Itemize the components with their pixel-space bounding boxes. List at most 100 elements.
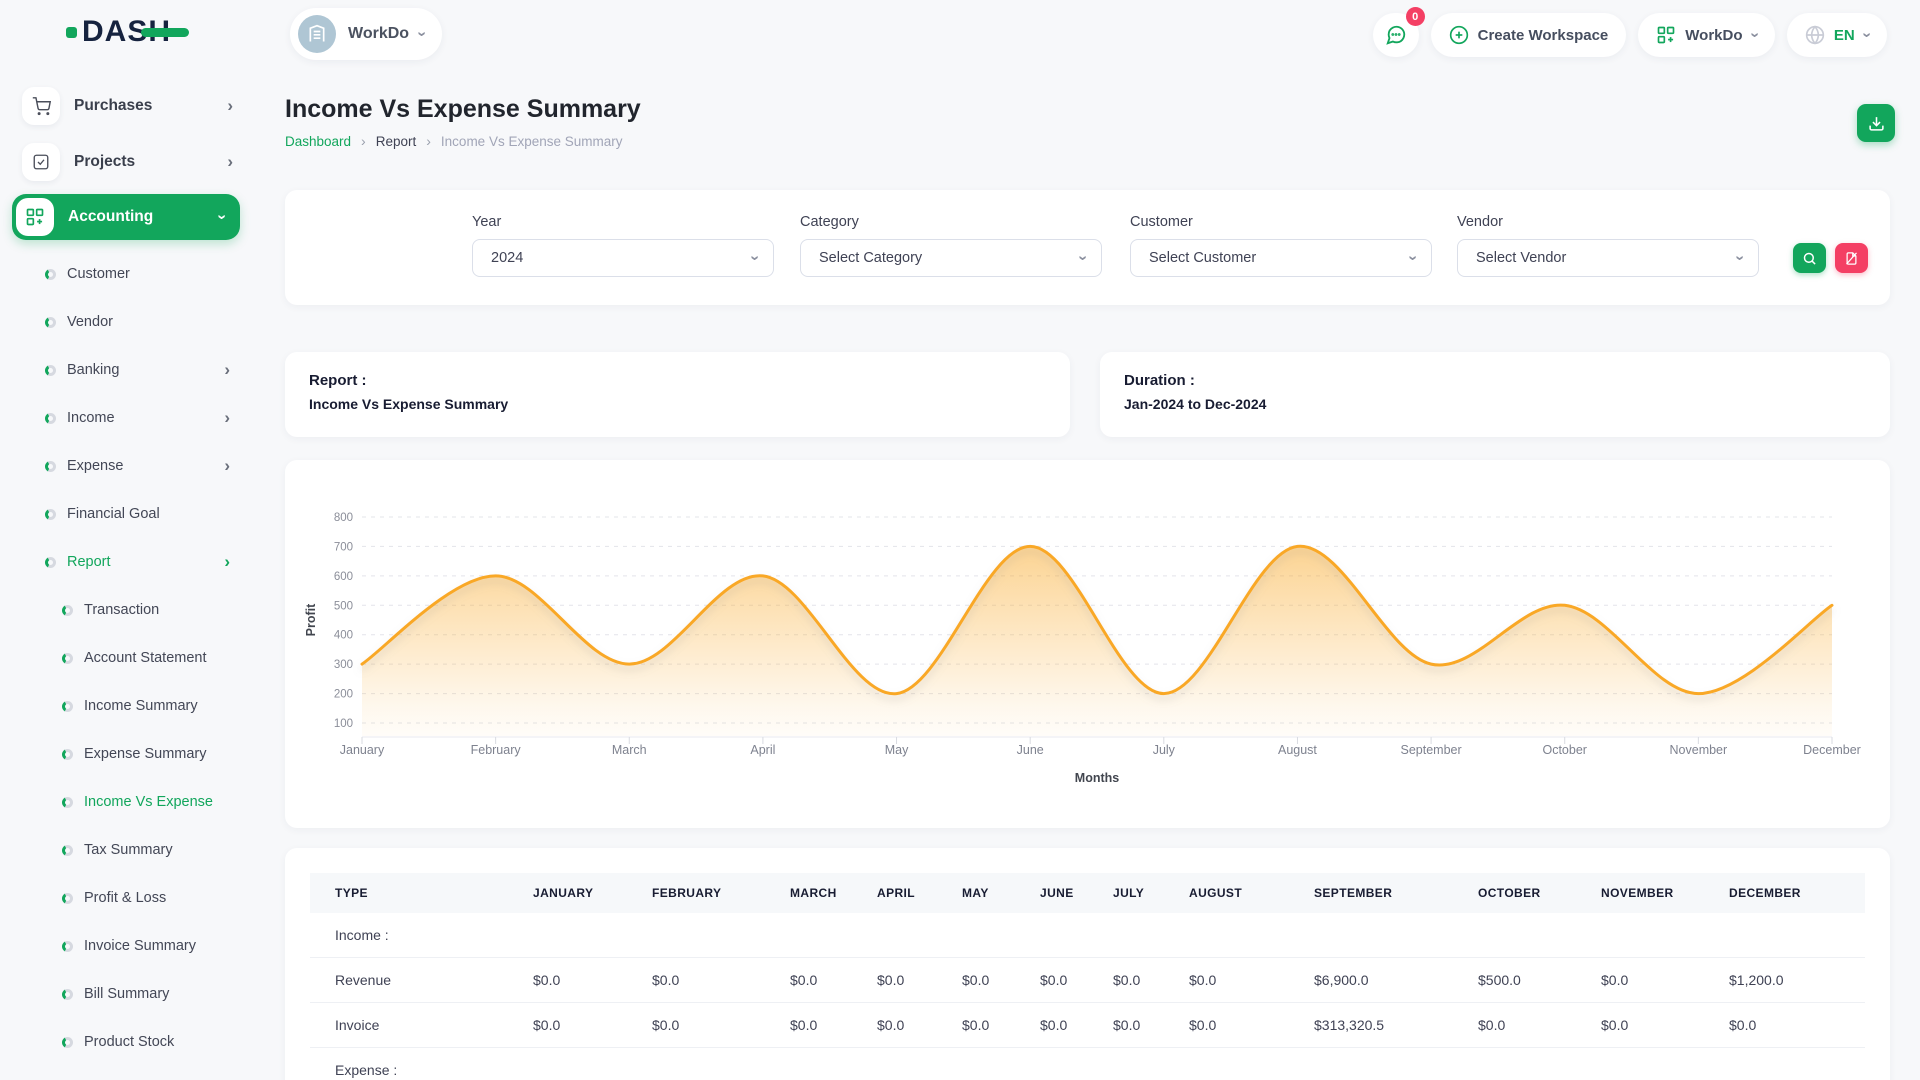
sidebar-item-vendor[interactable]: Vendor [12, 298, 255, 346]
sidebar-item-label: Product Stock [84, 1034, 230, 1050]
download-report-button[interactable] [1857, 104, 1895, 142]
breadcrumb-dashboard[interactable]: Dashboard [285, 134, 351, 149]
sidebar-item-income-summary[interactable]: Income Summary [12, 682, 255, 730]
grid-plus-icon [1656, 25, 1676, 45]
cell-value: $0.0 [508, 1003, 627, 1048]
cell-value: $6,900.0 [1289, 958, 1453, 1003]
cell-value: $0.0 [765, 1003, 852, 1048]
breadcrumb-report[interactable]: Report [376, 134, 417, 149]
table-row: Invoice $0.0 $0.0 $0.0 $0.0 $0.0 $0.0 $0… [310, 1003, 1865, 1048]
sidebar-item-tax-summary[interactable]: Tax Summary [12, 826, 255, 874]
column-header: SEPTEMBER [1289, 873, 1453, 913]
sidebar-item-report[interactable]: Report › [12, 538, 255, 586]
reset-filter-button[interactable] [1835, 243, 1868, 273]
chevron-down-icon: › [1403, 255, 1421, 260]
language-selector[interactable]: EN › [1787, 13, 1887, 57]
sidebar-item-expense-summary[interactable]: Expense Summary [12, 730, 255, 778]
bullet-icon [45, 365, 56, 376]
vendor-select-value: Select Vendor [1476, 250, 1737, 266]
workspace-avatar [298, 15, 336, 53]
sidebar-item-financial-goal[interactable]: Financial Goal [12, 490, 255, 538]
column-header: JANUARY [508, 873, 627, 913]
svg-text:March: March [612, 743, 647, 757]
table-header-row: TYPE JANUARY FEBRUARY MARCH APRIL MAY JU… [310, 873, 1865, 913]
vendor-select[interactable]: Select Vendor › [1457, 239, 1759, 277]
sidebar-item-label: Projects [74, 153, 227, 171]
cell-value: $0.0 [1015, 958, 1088, 1003]
language-label: EN [1834, 27, 1855, 44]
workspace-menu-button[interactable]: WorkDo › [1638, 13, 1775, 57]
messages-button[interactable]: 0 [1373, 13, 1419, 57]
profit-area-chart: 100200300400500600700800JanuaryFebruaryM… [285, 460, 1890, 828]
cell-value: $0.0 [937, 958, 1015, 1003]
sidebar-item-banking[interactable]: Banking › [12, 346, 255, 394]
sidebar-item-profit-loss[interactable]: Profit & Loss [12, 874, 255, 922]
svg-text:300: 300 [334, 659, 353, 671]
apply-filter-button[interactable] [1793, 243, 1826, 273]
bullet-icon [62, 653, 73, 664]
bullet-icon [45, 557, 56, 568]
sidebar-item-label: Income Vs Expense [84, 794, 230, 810]
row-type: Invoice [310, 1003, 508, 1048]
cell-value: $0.0 [937, 1003, 1015, 1048]
globe-icon [1805, 25, 1825, 45]
svg-text:December: December [1803, 743, 1861, 757]
sidebar-item-transaction[interactable]: Transaction [12, 586, 255, 634]
svg-text:October: October [1542, 743, 1586, 757]
sidebar-item-customer[interactable]: Customer [12, 250, 255, 298]
sidebar-item-account-statement[interactable]: Account Statement [12, 634, 255, 682]
cell-value: $0.0 [627, 1003, 765, 1048]
cell-value: $0.0 [1576, 958, 1704, 1003]
filter-panel: Year 2024 › Category Select Category › C… [285, 190, 1890, 305]
year-select[interactable]: 2024 › [472, 239, 774, 277]
bullet-icon [45, 269, 56, 280]
chevron-right-icon: › [361, 133, 366, 149]
app-logo[interactable]: DASH [66, 17, 171, 47]
workspace-menu-label: WorkDo [1685, 27, 1742, 44]
duration-info-card: Duration : Jan-2024 to Dec-2024 [1100, 352, 1890, 437]
column-header: JUNE [1015, 873, 1088, 913]
svg-text:500: 500 [334, 600, 353, 612]
bullet-icon [62, 749, 73, 760]
sidebar-item-label: Profit & Loss [84, 890, 230, 906]
column-header: MAY [937, 873, 1015, 913]
sidebar-item-accounting[interactable]: Accounting › [12, 194, 240, 240]
customer-select-value: Select Customer [1149, 250, 1410, 266]
cell-value: $0.0 [508, 958, 627, 1003]
year-filter: Year 2024 › [472, 214, 774, 277]
create-workspace-button[interactable]: Create Workspace [1431, 13, 1627, 57]
bullet-icon [45, 317, 56, 328]
svg-text:August: August [1278, 743, 1317, 757]
chevron-right-icon: › [224, 552, 230, 572]
logo-text: DASH [82, 17, 171, 47]
category-select[interactable]: Select Category › [800, 239, 1102, 277]
chevron-right-icon: › [224, 408, 230, 428]
bullet-icon [62, 893, 73, 904]
table-row: Revenue $0.0 $0.0 $0.0 $0.0 $0.0 $0.0 $0… [310, 958, 1865, 1003]
file-slash-icon [1844, 251, 1859, 266]
sidebar-item-projects[interactable]: Projects › [12, 134, 255, 190]
bullet-icon [62, 701, 73, 712]
customer-select[interactable]: Select Customer › [1130, 239, 1432, 277]
column-header: NOVEMBER [1576, 873, 1704, 913]
sidebar-item-label: Vendor [67, 314, 230, 330]
sidebar-item-label: Accounting [68, 208, 219, 226]
cell-value: $0.0 [1088, 1003, 1164, 1048]
sidebar-item-bill-summary[interactable]: Bill Summary [12, 970, 255, 1018]
sidebar-item-income-vs-expense[interactable]: Income Vs Expense [12, 778, 255, 826]
sidebar-item-cash-flow[interactable]: Cash Flow [12, 1066, 255, 1080]
sidebar-item-product-stock[interactable]: Product Stock [12, 1018, 255, 1066]
sidebar-item-label: Report [67, 554, 224, 570]
sidebar-item-invoice-summary[interactable]: Invoice Summary [12, 922, 255, 970]
sidebar-item-label: Account Statement [84, 650, 230, 666]
sidebar-item-purchases[interactable]: Purchases › [12, 78, 255, 134]
report-label: Report : [309, 372, 1046, 389]
cart-icon [22, 87, 60, 125]
cell-value: $0.0 [852, 1003, 937, 1048]
sidebar-item-expense[interactable]: Expense › [12, 442, 255, 490]
duration-value: Jan-2024 to Dec-2024 [1124, 396, 1866, 412]
svg-text:May: May [885, 743, 909, 757]
sidebar-item-income[interactable]: Income › [12, 394, 255, 442]
bullet-icon [62, 1037, 73, 1048]
workspace-switcher[interactable]: WorkDo › [290, 8, 442, 60]
